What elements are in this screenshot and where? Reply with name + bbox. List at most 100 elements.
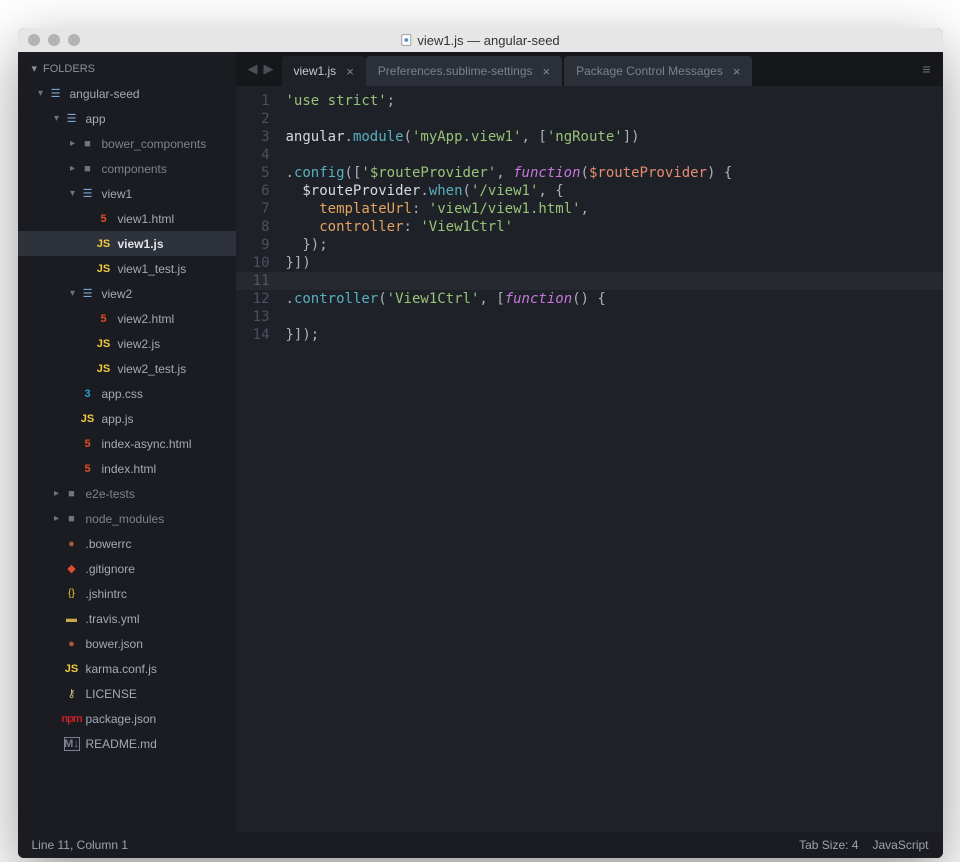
tree-item[interactable]: JSview1_test.js bbox=[18, 256, 236, 281]
code-line: .config(['$routeProvider', function($rou… bbox=[286, 164, 943, 182]
tree-item[interactable]: ⚷ LICENSE bbox=[18, 681, 236, 706]
tree-item[interactable]: 5view2.html bbox=[18, 306, 236, 331]
tree-item[interactable]: JSview2_test.js bbox=[18, 356, 236, 381]
tree-item-label: app.css bbox=[102, 387, 143, 401]
tree-item[interactable]: ▬.travis.yml bbox=[18, 606, 236, 631]
line-number: 8 bbox=[236, 218, 270, 236]
html-icon: 5 bbox=[96, 213, 112, 225]
minimize-icon[interactable] bbox=[48, 34, 60, 46]
js-icon: JS bbox=[96, 338, 112, 350]
code-line bbox=[286, 308, 943, 326]
tree-item[interactable]: ▾☰ angular-seed bbox=[18, 81, 236, 106]
line-number: 14 bbox=[236, 326, 270, 344]
tree-item-label: index.html bbox=[102, 462, 157, 476]
tree-item[interactable]: 5index-async.html bbox=[18, 431, 236, 456]
status-bar: Line 11, Column 1 Tab Size: 4 JavaScript bbox=[18, 832, 943, 858]
tree-item[interactable]: ▸■components bbox=[18, 156, 236, 181]
traffic-lights bbox=[28, 34, 80, 46]
line-number: 12 bbox=[236, 290, 270, 308]
code-area[interactable]: 1234567891011121314 'use strict'; angula… bbox=[236, 86, 943, 832]
close-icon[interactable]: × bbox=[543, 64, 551, 79]
folder-open-icon: ☰ bbox=[80, 287, 96, 300]
tree-item[interactable]: ● bower.json bbox=[18, 631, 236, 656]
tree-item-label: .travis.yml bbox=[86, 612, 140, 626]
tab-nav-arrows: ◀ ▶ bbox=[240, 52, 282, 86]
tree-item-label: .gitignore bbox=[86, 562, 135, 576]
tree-item[interactable]: ▸■bower_components bbox=[18, 131, 236, 156]
tree-item[interactable]: M↓README.md bbox=[18, 731, 236, 756]
chevron-icon: ▸ bbox=[50, 488, 64, 499]
html-icon: 5 bbox=[80, 438, 96, 450]
folder-open-icon: ☰ bbox=[64, 112, 80, 125]
tree-item-label: .jshintrc bbox=[86, 587, 127, 601]
nav-forward-icon[interactable]: ▶ bbox=[264, 61, 274, 77]
line-number: 9 bbox=[236, 236, 270, 254]
css-icon: 3 bbox=[80, 388, 96, 400]
tree-item-label: view1 bbox=[102, 187, 133, 201]
cursor-position[interactable]: Line 11, Column 1 bbox=[32, 838, 129, 852]
tree-item-label: e2e-tests bbox=[86, 487, 135, 501]
license-icon: ⚷ bbox=[64, 687, 80, 700]
tree-item[interactable]: ▾☰view1 bbox=[18, 181, 236, 206]
code-line: }); bbox=[286, 236, 943, 254]
tree-item-label: angular-seed bbox=[70, 87, 140, 101]
tree-item[interactable]: JSview1.js bbox=[18, 231, 236, 256]
hamburger-icon[interactable]: ≡ bbox=[910, 52, 942, 86]
tabs-container: view1.js×Preferences.sublime-settings×Pa… bbox=[282, 52, 755, 86]
tab[interactable]: Package Control Messages× bbox=[564, 56, 752, 86]
json-icon: ● bbox=[64, 638, 80, 650]
window-title-text: view1.js — angular-seed bbox=[417, 33, 559, 48]
tree-item[interactable]: ● .bowerrc bbox=[18, 531, 236, 556]
tree-item[interactable]: ▸■e2e-tests bbox=[18, 481, 236, 506]
md-icon: M↓ bbox=[64, 737, 80, 751]
sidebar-header[interactable]: ▾ FOLDERS bbox=[18, 52, 236, 81]
tree-item-label: LICENSE bbox=[86, 687, 137, 701]
folder-open-icon: ☰ bbox=[48, 87, 64, 100]
tree-item[interactable]: ◆ .gitignore bbox=[18, 556, 236, 581]
close-icon[interactable] bbox=[28, 34, 40, 46]
tab[interactable]: view1.js× bbox=[282, 56, 366, 86]
tree-item[interactable]: JSkarma.conf.js bbox=[18, 656, 236, 681]
tree-item[interactable]: 3 app.css bbox=[18, 381, 236, 406]
json-icon: ● bbox=[64, 538, 80, 550]
tree-item[interactable]: ▾☰app bbox=[18, 106, 236, 131]
tree-item[interactable]: ▸■node_modules bbox=[18, 506, 236, 531]
code-content[interactable]: 'use strict'; angular.module('myApp.view… bbox=[280, 86, 943, 832]
line-number: 4 bbox=[236, 146, 270, 164]
tree-item-label: app.js bbox=[102, 412, 134, 426]
chevron-icon: ▾ bbox=[66, 288, 80, 299]
line-number: 10 bbox=[236, 254, 270, 272]
sidebar[interactable]: ▾ FOLDERS ▾☰angular-seed▾☰app▸■bower_com… bbox=[18, 52, 236, 832]
editor-pane: ◀ ▶ view1.js×Preferences.sublime-setting… bbox=[236, 52, 943, 832]
js-icon: JS bbox=[64, 663, 80, 675]
chevron-icon: ▾ bbox=[34, 88, 48, 99]
tree-item[interactable]: {}.jshintrc bbox=[18, 581, 236, 606]
tree-item[interactable]: ▾☰view2 bbox=[18, 281, 236, 306]
tree-item-label: bower.json bbox=[86, 637, 143, 651]
tree-item[interactable]: JSapp.js bbox=[18, 406, 236, 431]
code-line: templateUrl: 'view1/view1.html', bbox=[286, 200, 943, 218]
html-icon: 5 bbox=[96, 313, 112, 325]
folder-icon: ■ bbox=[80, 163, 96, 175]
code-line: }]) bbox=[286, 254, 943, 272]
chevron-icon: ▾ bbox=[50, 113, 64, 124]
tree-item[interactable]: 5view1.html bbox=[18, 206, 236, 231]
html-icon: 5 bbox=[80, 463, 96, 475]
tree-item[interactable]: npmpackage.json bbox=[18, 706, 236, 731]
tree-item-label: .bowerrc bbox=[86, 537, 132, 551]
line-number: 5 bbox=[236, 164, 270, 182]
tree-item[interactable]: 5 index.html bbox=[18, 456, 236, 481]
close-icon[interactable]: × bbox=[733, 64, 741, 79]
line-number: 2 bbox=[236, 110, 270, 128]
tab-size[interactable]: Tab Size: 4 bbox=[799, 838, 858, 852]
js-icon: JS bbox=[96, 263, 112, 275]
language-mode[interactable]: JavaScript bbox=[872, 838, 928, 852]
nav-back-icon[interactable]: ◀ bbox=[248, 61, 258, 77]
git-icon: ◆ bbox=[64, 562, 80, 575]
close-icon[interactable]: × bbox=[346, 64, 354, 79]
tab[interactable]: Preferences.sublime-settings× bbox=[366, 56, 562, 86]
npm-icon: npm bbox=[64, 713, 80, 725]
line-number: 13 bbox=[236, 308, 270, 326]
maximize-icon[interactable] bbox=[68, 34, 80, 46]
tree-item[interactable]: JSview2.js bbox=[18, 331, 236, 356]
